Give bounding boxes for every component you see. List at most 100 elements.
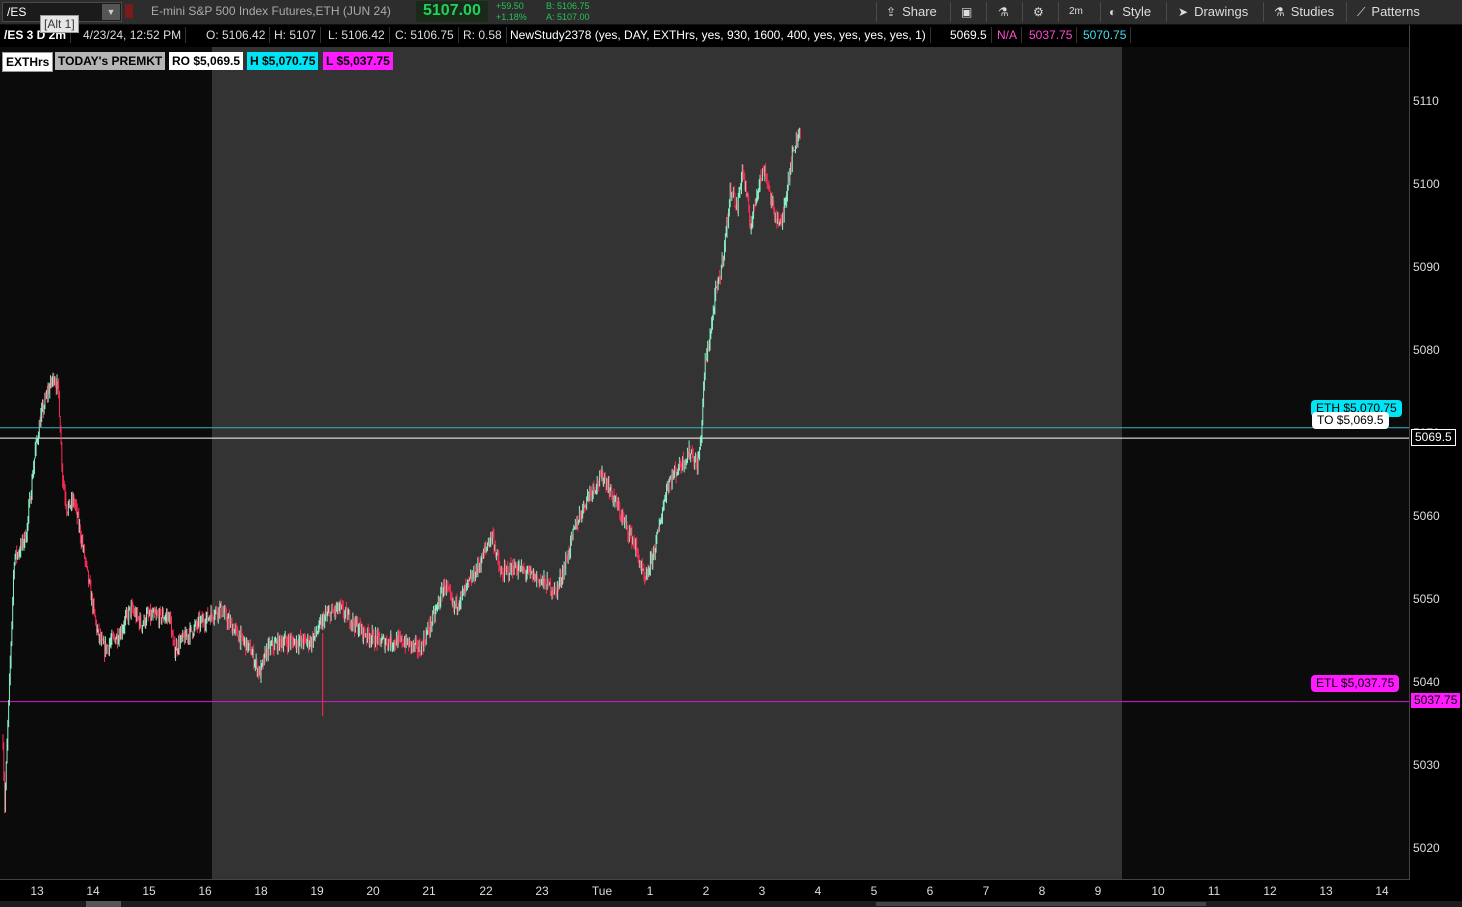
toolbar-divider bbox=[1058, 2, 1059, 22]
flask-icon: ⚗ bbox=[1274, 5, 1285, 19]
settings-button[interactable]: ⚙ bbox=[1033, 3, 1050, 21]
style-button[interactable]: ◐ Style bbox=[1109, 3, 1151, 21]
drawings-label: Drawings bbox=[1194, 4, 1249, 19]
date-tick-label: 19 bbox=[310, 884, 324, 898]
bar-range: R: 0.58 bbox=[459, 27, 507, 43]
label-premkt: TODAY's PREMKT bbox=[55, 52, 166, 70]
study-value-open: 5069.5 bbox=[946, 27, 992, 43]
timeframe-button[interactable]: 2m bbox=[1069, 3, 1083, 21]
date-tick-label: Tue bbox=[591, 884, 613, 898]
study-value-low: 5037.75 bbox=[1025, 27, 1078, 43]
price-tick-label: 5060 bbox=[1413, 509, 1440, 523]
date-tick-label: 2 bbox=[702, 884, 710, 898]
scrollbar-thumb[interactable] bbox=[86, 901, 121, 907]
bar-close: C: 5106.75 bbox=[391, 27, 459, 43]
label-high: H $5,070.75 bbox=[247, 52, 319, 70]
study-value-high: 5070.75 bbox=[1079, 27, 1132, 43]
bar-low: L: 5106.42 bbox=[324, 27, 390, 43]
share-icon: ⇪ bbox=[886, 5, 897, 19]
date-tick-label: 9 bbox=[1094, 884, 1102, 898]
date-tick-label: 4 bbox=[814, 884, 822, 898]
price-tick-label: 5090 bbox=[1413, 260, 1440, 274]
studies-label: Studies bbox=[1290, 4, 1335, 19]
scrollbar-track[interactable] bbox=[876, 902, 1206, 906]
date-tick-label: 14 bbox=[86, 884, 100, 898]
cursor-icon: ➤ bbox=[1178, 5, 1189, 19]
bar-timestamp: 4/23/24, 12:52 PM bbox=[79, 27, 187, 43]
top-toolbar: /ES ▼ E-mini S&P 500 Index Futures,ETH (… bbox=[0, 0, 1462, 25]
chevron-down-icon[interactable]: ▼ bbox=[102, 4, 120, 20]
callout-etl: ETL $5,037.75 bbox=[1311, 675, 1400, 692]
date-tick-label: 15 bbox=[142, 884, 156, 898]
callout-to: TO $5,069.5 bbox=[1312, 412, 1389, 429]
price-tick-label: 5020 bbox=[1413, 841, 1440, 855]
date-tick-label: 10 bbox=[1151, 884, 1165, 898]
price-tick-label: 5050 bbox=[1413, 592, 1440, 606]
price-tick-label: 5030 bbox=[1413, 758, 1440, 772]
date-tick-label: 5 bbox=[870, 884, 878, 898]
toolbar-divider bbox=[950, 2, 951, 22]
horizontal-scrollbar[interactable] bbox=[0, 901, 1462, 907]
date-tick-label: 12 bbox=[1263, 884, 1277, 898]
study-name[interactable]: NewStudy2378 (yes, DAY, EXTHrs, yes, 930… bbox=[506, 27, 931, 43]
patterns-button[interactable]: ⟋ Patterns bbox=[1357, 3, 1420, 21]
instrument-description: E-mini S&P 500 Index Futures,ETH (JUN 24… bbox=[151, 4, 391, 18]
toolbar-divider bbox=[876, 2, 877, 22]
link-color-icon[interactable] bbox=[125, 4, 133, 18]
drawings-button[interactable]: ➤ Drawings bbox=[1178, 3, 1248, 21]
price-chart[interactable] bbox=[0, 47, 1409, 879]
toolbar-divider bbox=[1346, 2, 1347, 22]
flask-icon: ⚗ bbox=[998, 5, 1009, 19]
patterns-icon: ⟋ bbox=[1357, 5, 1366, 19]
price-tick-label: 5100 bbox=[1413, 177, 1440, 191]
date-tick-label: 1 bbox=[646, 884, 654, 898]
price-axis[interactable] bbox=[1409, 25, 1462, 880]
bar-open: O: 5106.42 bbox=[202, 27, 271, 43]
last-price: 5107.00 bbox=[423, 2, 481, 19]
bar-high: H: 5107 bbox=[270, 27, 322, 43]
date-tick-label: 18 bbox=[254, 884, 268, 898]
snapshot-button[interactable]: ▣ bbox=[961, 3, 978, 21]
label-exthrs: EXTHrs bbox=[2, 52, 54, 72]
alt-tooltip: [Alt 1] bbox=[40, 15, 79, 33]
style-label: Style bbox=[1122, 4, 1152, 19]
symbol-text: /ES bbox=[7, 5, 27, 19]
camera-icon: ▣ bbox=[961, 5, 973, 19]
ask-price: A: 5107.00 bbox=[546, 12, 590, 22]
label-low: L $5,037.75 bbox=[323, 52, 393, 70]
date-tick-label: 11 bbox=[1207, 884, 1221, 898]
patterns-label: Patterns bbox=[1371, 4, 1420, 19]
toolbar-divider bbox=[1022, 2, 1023, 22]
gear-icon: ⚙ bbox=[1033, 5, 1044, 19]
share-label: Share bbox=[902, 4, 937, 19]
price-tick-label: 5080 bbox=[1413, 343, 1440, 357]
toolbar-divider bbox=[1263, 2, 1264, 22]
toolbar-divider bbox=[1166, 2, 1167, 22]
date-tick-label: 23 bbox=[535, 884, 549, 898]
date-tick-label: 13 bbox=[1319, 884, 1333, 898]
label-ro: RO $5,069.5 bbox=[169, 52, 244, 70]
date-tick-label: 8 bbox=[1038, 884, 1046, 898]
date-tick-label: 22 bbox=[479, 884, 493, 898]
price-tick-label: 5040 bbox=[1413, 675, 1440, 689]
flask-button[interactable]: ⚗ bbox=[998, 3, 1015, 21]
studies-button[interactable]: ⚗ Studies bbox=[1274, 3, 1334, 21]
toolbar-divider bbox=[986, 2, 987, 22]
date-tick-label: 20 bbox=[366, 884, 380, 898]
date-tick-label: 21 bbox=[422, 884, 436, 898]
style-icon: ◐ bbox=[1109, 5, 1117, 19]
regular-session-shade bbox=[212, 47, 1122, 879]
change-percent: +1.18% bbox=[496, 12, 527, 22]
date-tick-label: 6 bbox=[926, 884, 934, 898]
study-value-na: N/A bbox=[993, 27, 1023, 43]
date-tick-label: 7 bbox=[982, 884, 990, 898]
bid-price: B: 5106.75 bbox=[546, 1, 590, 11]
share-button[interactable]: ⇪ Share bbox=[886, 3, 937, 21]
axis-tag-open: 5069.5 bbox=[1411, 429, 1456, 446]
date-tick-label: 3 bbox=[758, 884, 766, 898]
date-tick-label: 13 bbox=[30, 884, 44, 898]
toolbar-divider bbox=[1100, 2, 1101, 22]
date-tick-label: 14 bbox=[1375, 884, 1389, 898]
change-absolute: +59.50 bbox=[496, 1, 524, 11]
price-tick-label: 5110 bbox=[1413, 94, 1439, 108]
